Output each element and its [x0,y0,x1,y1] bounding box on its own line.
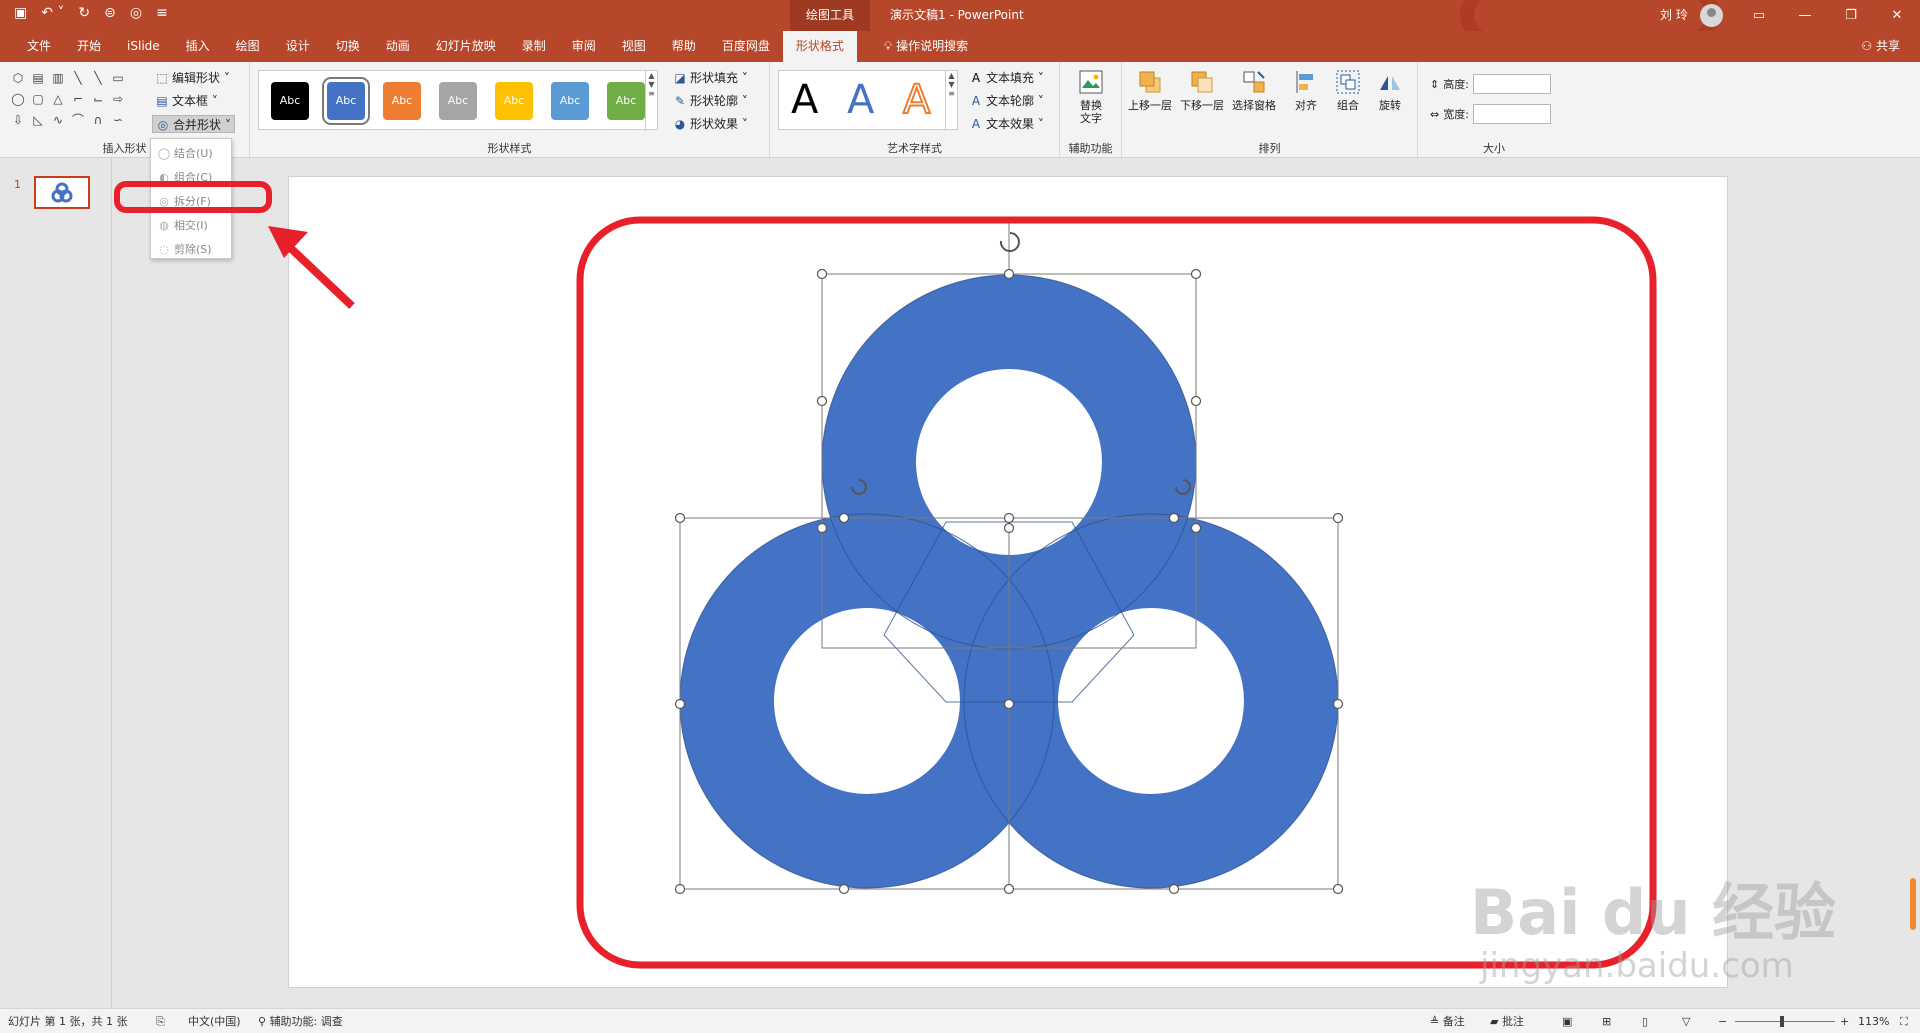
slideshow-icon[interactable]: ▽ [1682,1009,1690,1033]
merge-menu-label: 剪除(S) [174,243,212,256]
merge-menu-label: 结合(U) [174,147,213,160]
merge-menu-item-0[interactable]: ◯ 结合(U) [151,142,231,166]
watermark-logo: Bai du 经验 [1470,876,1837,949]
accessibility-status[interactable]: ⚲ 辅助功能: 调查 [258,1009,343,1033]
subtract-icon: ◌ [159,243,169,256]
reading-view-icon[interactable]: ▯ [1642,1009,1648,1033]
zoom-slider-thumb[interactable] [1780,1016,1784,1027]
annotation-highlight-split [114,181,272,213]
zoom-out-button[interactable]: − [1718,1009,1727,1033]
zoom-in-button[interactable]: + [1840,1009,1849,1033]
notes-button[interactable]: ≜ 备注 [1430,1009,1465,1033]
watermark-url: jingyan.baidu.com [1480,946,1794,986]
language-indicator[interactable]: 中文(中国) [188,1009,241,1033]
merge-menu-item-3[interactable]: ◍ 相交(I) [151,214,231,238]
zoom-slider-track[interactable] [1735,1021,1835,1022]
comments-label: 批注 [1501,1015,1524,1028]
status-bar: 幻灯片 第 1 张，共 1 张 ⎘ 中文(中国) ⚲ 辅助功能: 调查 ≜ 备注… [0,1008,1920,1033]
merge-menu-label: 相交(I) [174,219,208,232]
comments-button[interactable]: ▰ 批注 [1490,1009,1524,1033]
accessibility-label: 辅助功能: 调查 [269,1015,343,1028]
spellcheck-icon[interactable]: ⎘ [156,1009,165,1033]
vertical-scrollbar[interactable] [1910,878,1916,930]
annotation-arrowhead [268,226,308,258]
notes-label: 备注 [1442,1015,1465,1028]
slide-sorter-icon[interactable]: ⊞ [1602,1009,1611,1033]
slide-info: 幻灯片 第 1 张，共 1 张 [8,1015,128,1028]
accessibility-icon: ⚲ [258,1015,270,1028]
annotation-frame [576,216,1657,969]
annotation-arrow [279,237,355,309]
intersect-icon: ◍ [159,219,169,232]
zoom-level[interactable]: 113% [1858,1009,1889,1033]
union-icon: ◯ [157,147,171,160]
merge-menu-item-4[interactable]: ◌ 剪除(S) [151,238,231,262]
fit-slide-icon[interactable]: ⛶ [1900,1009,1908,1033]
normal-view-icon[interactable]: ▣ [1562,1009,1572,1033]
